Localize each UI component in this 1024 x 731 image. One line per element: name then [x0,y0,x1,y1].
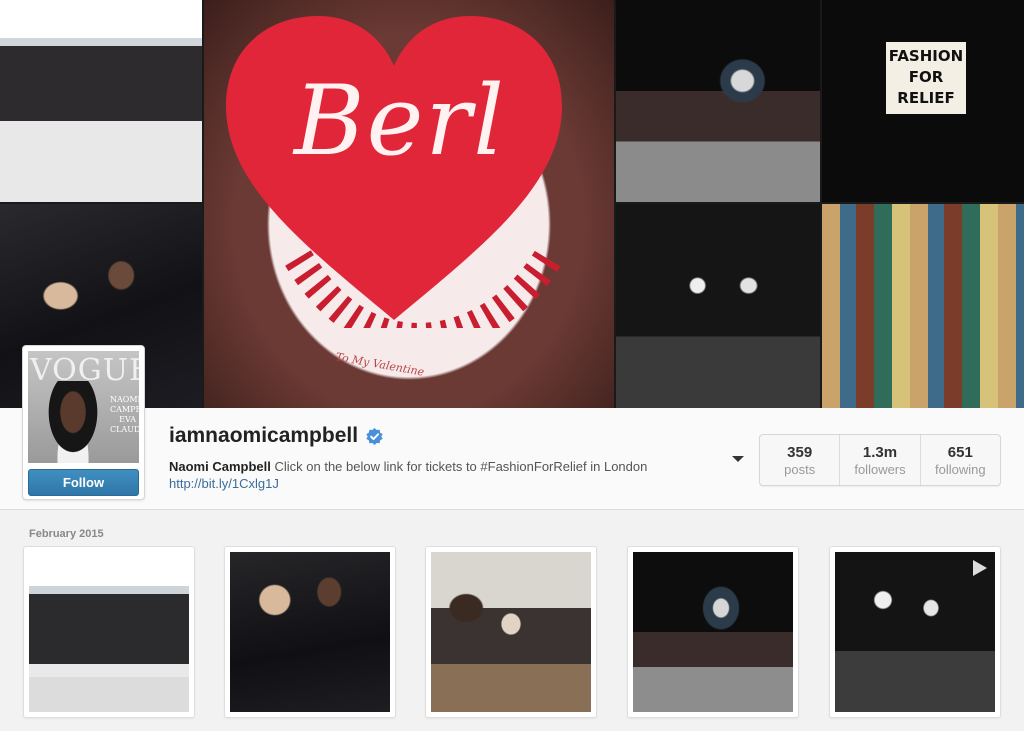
feed-post-image [230,552,390,712]
bio-text: Click on the below link for tickets to #… [274,459,648,474]
profile-stats: 359 posts 1.3m followers 651 following [759,434,1001,486]
stat-followers[interactable]: 1.3m followers [839,435,919,485]
profile-bio: Naomi Campbell Click on the below link f… [169,457,647,476]
feed-post-image [633,552,793,712]
stat-following-value: 651 [947,443,973,461]
username-row: iamnaomicampbell [169,424,383,448]
feed-post-image [835,552,995,712]
full-name: Naomi Campbell [169,459,271,474]
sign-line-3: RELIEF [897,89,955,107]
caret-down-icon[interactable] [730,454,746,464]
feed-post[interactable] [224,546,396,718]
sign-line-2: FOR [908,68,944,86]
stat-posts[interactable]: 359 posts [760,435,839,485]
cover-photo-models[interactable] [822,204,1024,408]
feed-post[interactable] [23,546,195,718]
fashion-for-relief-sign: FASHION FOR RELIEF [886,42,966,114]
bio-link[interactable]: http://bit.ly/1Cxlg1J [169,476,279,491]
stat-posts-value: 359 [787,443,813,461]
profile-avatar-card: VOGUE NAOMI CAMPBELL EVA CLAUDIA Follow [22,345,145,500]
video-play-icon [167,560,181,576]
cake-script-text: Berl [294,65,506,177]
cover-photo-stage[interactable] [616,204,820,408]
cover-photo-group[interactable] [0,0,202,202]
vogue-cover-names: NAOMI CAMPBELL EVA CLAUDIA [110,395,139,434]
avatar-face [42,381,104,463]
sign-line-1: FASHION [888,47,964,65]
stat-following[interactable]: 651 following [919,435,1000,485]
feed-post[interactable] [425,546,597,718]
stat-followers-label: followers [854,461,906,477]
vogue-masthead: VOGUE [30,353,139,388]
stat-following-label: following [935,461,986,477]
verified-badge-icon [366,427,383,445]
feed-post[interactable] [829,546,1001,718]
cover-mosaic: Berl To My Valentine FASHION FOR RELIEF [0,0,1024,408]
follow-button[interactable]: Follow [28,469,139,496]
feed-month-label: February 2015 [29,528,104,540]
video-play-icon [973,560,987,576]
feed-post-image [29,552,189,712]
cover-photo-runway[interactable] [616,0,820,202]
avatar[interactable]: VOGUE NAOMI CAMPBELL EVA CLAUDIA [28,351,139,463]
stat-followers-value: 1.3m [862,443,898,461]
username[interactable]: iamnaomicampbell [169,424,358,448]
feed-post[interactable] [627,546,799,718]
stat-posts-label: posts [784,461,816,477]
feed-post-image [431,552,591,712]
